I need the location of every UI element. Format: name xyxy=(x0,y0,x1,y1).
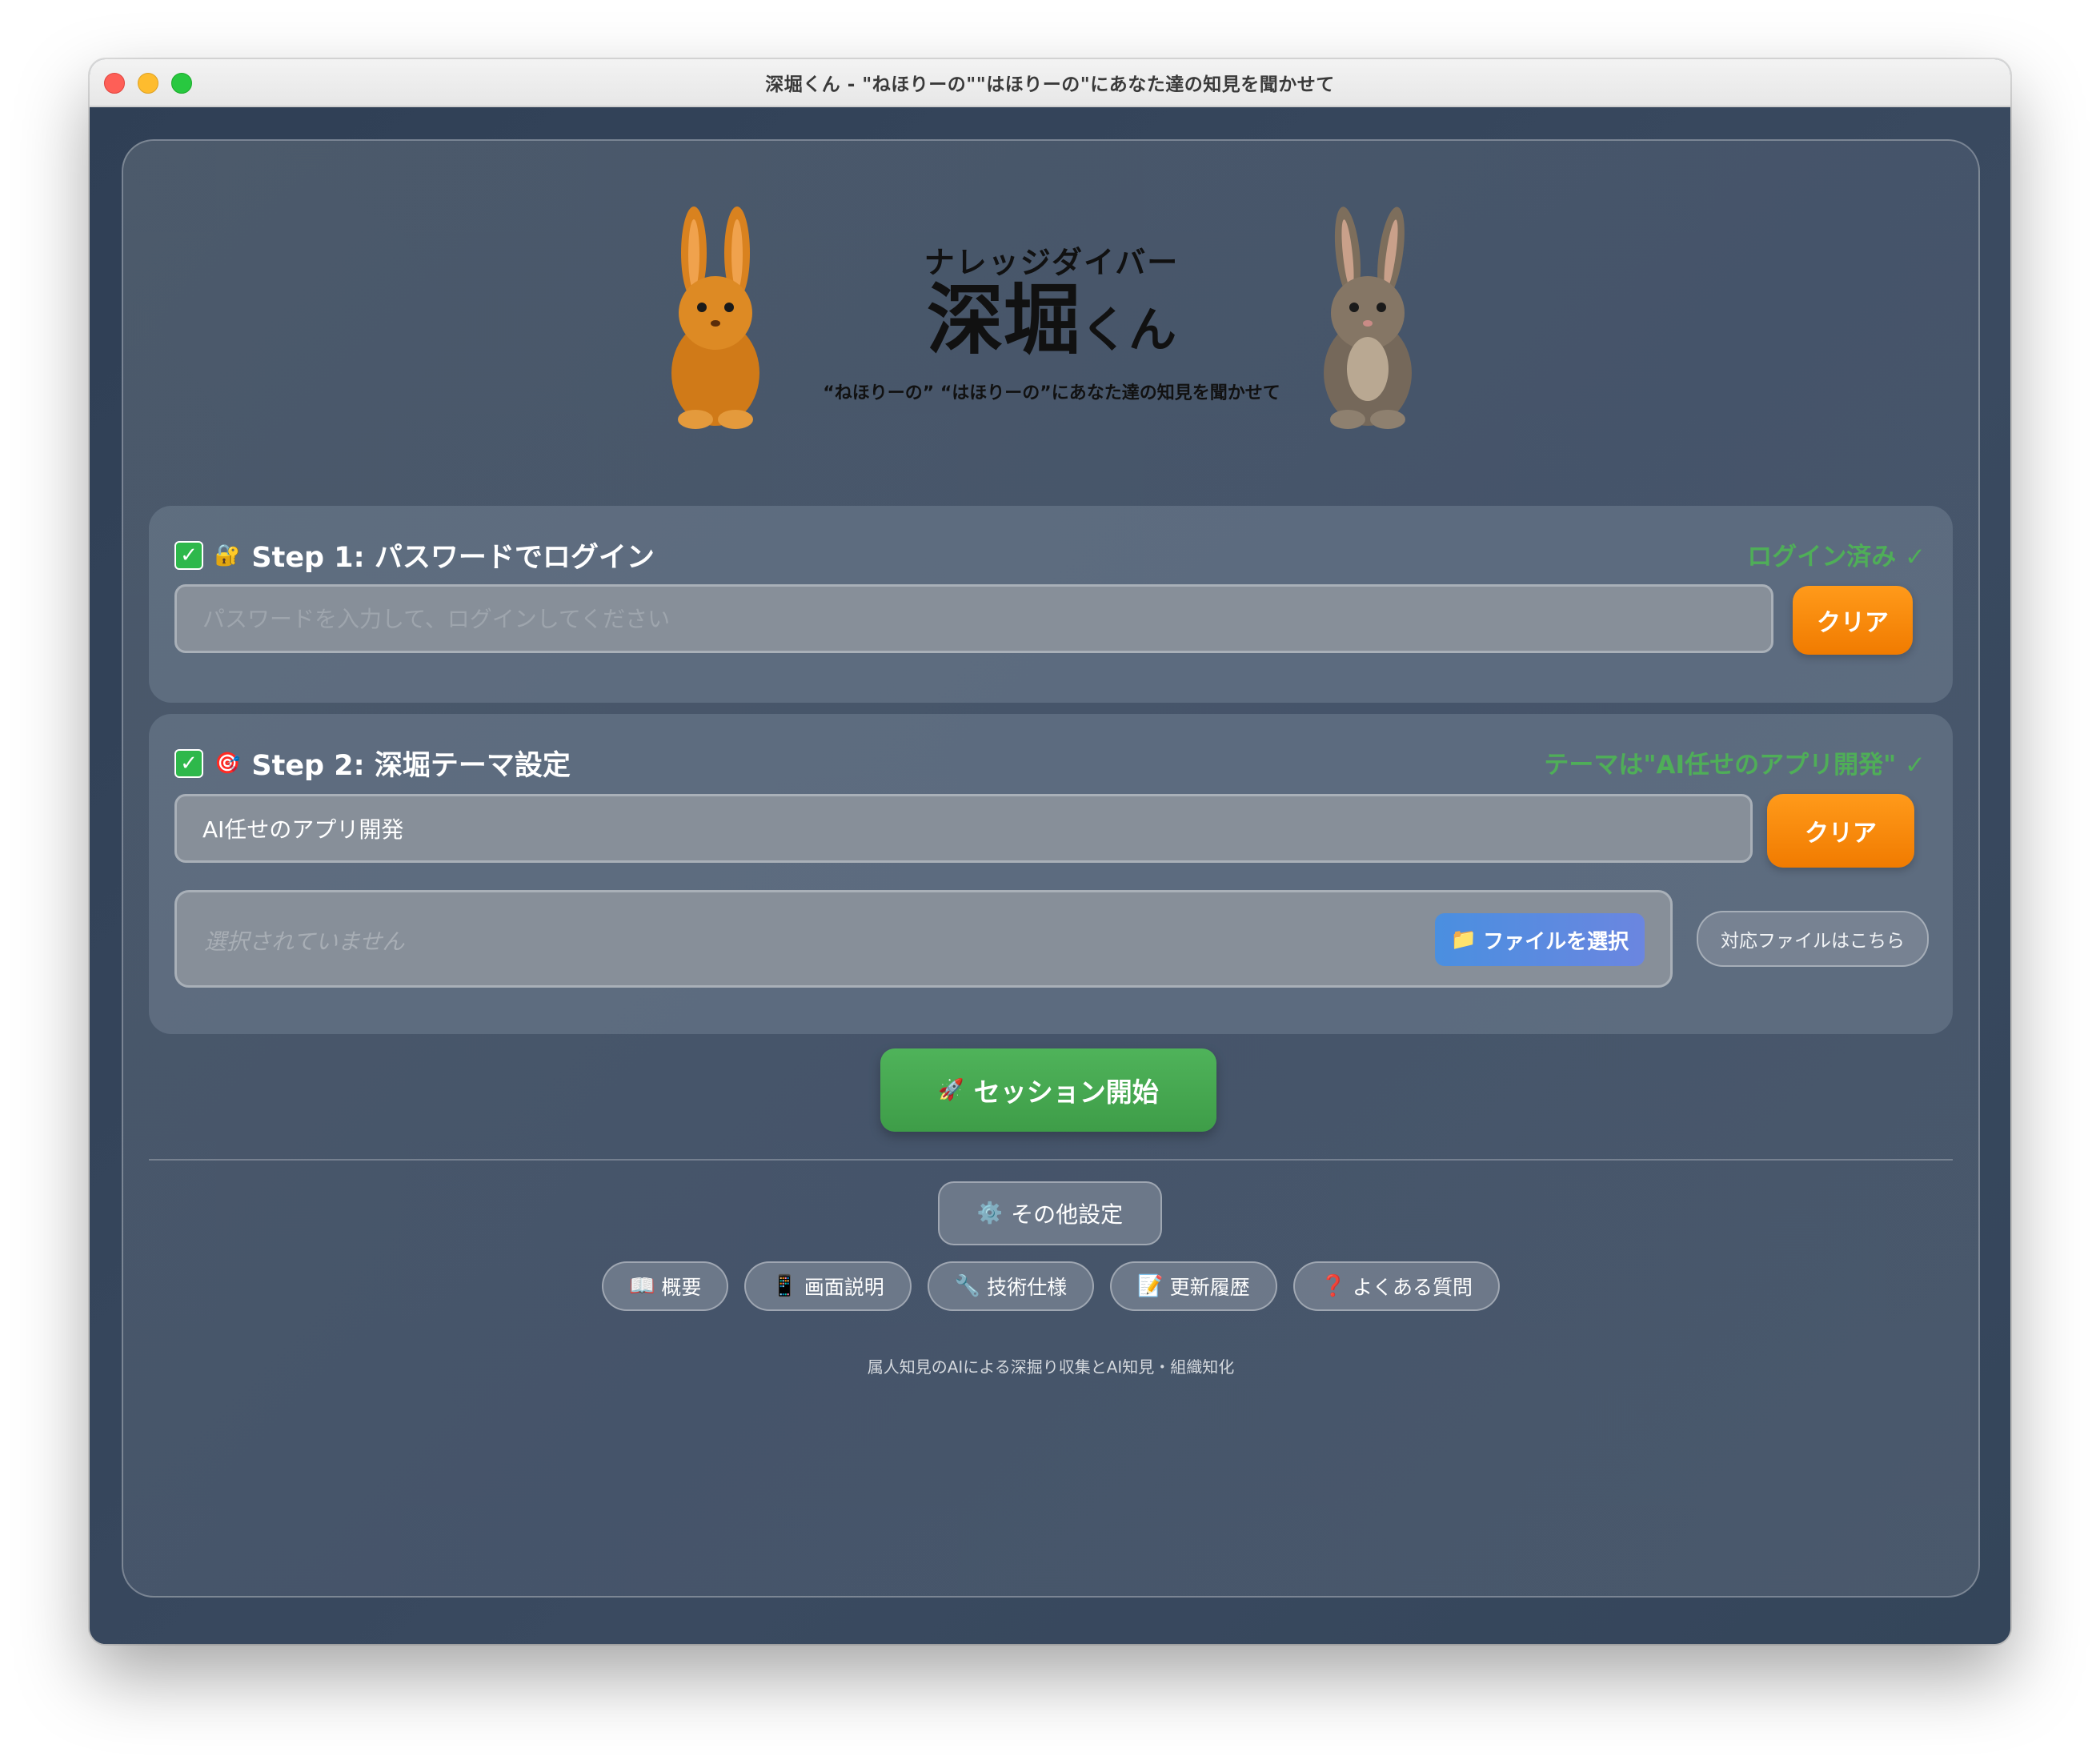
close-window-button[interactable] xyxy=(104,73,125,94)
folder-icon: 📁 xyxy=(1450,928,1477,952)
minimize-window-button[interactable] xyxy=(138,73,158,94)
faq-label: よくある質問 xyxy=(1352,1276,1473,1299)
faq-link[interactable]: ❓ よくある質問 xyxy=(1292,1261,1500,1311)
divider xyxy=(149,1159,1953,1161)
step1-card: ✓ 🔐 Step 1: パスワードでログイン ログイン済み ✓ クリア xyxy=(149,506,1953,703)
info-links: 📖 概要 📱 画面説明 🔧 技術仕様 📝 更新履歴 ❓ よくある質問 xyxy=(123,1261,1978,1311)
other-settings-button[interactable]: ⚙️ その他設定 xyxy=(938,1181,1162,1245)
wrench-icon: 🔧 xyxy=(954,1274,981,1298)
start-session-label: セッション開始 xyxy=(973,1076,1159,1108)
file-upload-field[interactable]: 選択されていません 📁 ファイルを選択 xyxy=(174,890,1673,988)
screen-guide-label: 画面説明 xyxy=(804,1276,884,1299)
supported-files-button[interactable]: 対応ファイルはこちら xyxy=(1697,911,1929,967)
step2-clear-button[interactable]: クリア xyxy=(1767,794,1914,868)
logo-suffix: くん xyxy=(1080,303,1176,359)
other-settings-label: その他設定 xyxy=(1011,1201,1124,1228)
app-logo: ナレッジダイバー 深堀くん “ねほりーの” “はほりーの”にあなた達の知見を聞か… xyxy=(804,245,1300,404)
check-icon: ✓ xyxy=(174,540,203,570)
logo-tagline: “ねほりーの” “はほりーの”にあなた達の知見を聞かせて xyxy=(823,383,1280,403)
target-icon: 🎯 xyxy=(214,751,241,776)
maximize-window-button[interactable] xyxy=(171,73,192,94)
app-window: 深堀くん - "ねほりーの""はほりーの"にあなた達の知見を聞かせて ナレッジダ… xyxy=(90,59,2010,1644)
password-input[interactable] xyxy=(174,584,1773,653)
orange-rabbit-icon xyxy=(671,206,759,429)
step2-status: テーマは"AI任せのアプリ開発" ✓ xyxy=(1544,751,1926,780)
choose-file-label: ファイルを選択 xyxy=(1483,929,1629,954)
footer-note: 属人知見のAIによる深掘り収集とAI知見・組織知化 xyxy=(867,1357,1235,1377)
step1-clear-button[interactable]: クリア xyxy=(1793,586,1913,655)
choose-file-button[interactable]: 📁 ファイルを選択 xyxy=(1435,913,1645,966)
step2-card: ✓ 🎯 Step 2: 深堀テーマ設定 テーマは"AI任せのアプリ開発" ✓ ク… xyxy=(149,714,1953,1034)
window-title: 深堀くん - "ねほりーの""はほりーの"にあなた達の知見を聞かせて xyxy=(765,74,1335,95)
overview-label: 概要 xyxy=(661,1276,702,1299)
logo-title: 深堀くん xyxy=(804,280,1300,371)
question-icon: ❓ xyxy=(1320,1274,1346,1298)
memo-icon: 📝 xyxy=(1137,1274,1164,1298)
tech-spec-link[interactable]: 🔧 技術仕様 xyxy=(927,1261,1095,1311)
theme-input[interactable] xyxy=(174,794,1753,863)
check-icon: ✓ xyxy=(174,748,203,778)
changelog-link[interactable]: 📝 更新履歴 xyxy=(1110,1261,1277,1311)
header: ナレッジダイバー 深堀くん “ねほりーの” “はほりーの”にあなた達の知見を聞か… xyxy=(123,189,1978,429)
step1-title: Step 1: パスワードでログイン xyxy=(251,542,655,574)
step2-title-row: ✓ 🎯 Step 2: 深堀テーマ設定 xyxy=(174,743,571,784)
step1-title-row: ✓ 🔐 Step 1: パスワードでログイン xyxy=(174,535,655,575)
app-content: ナレッジダイバー 深堀くん “ねほりーの” “はほりーの”にあなた達の知見を聞か… xyxy=(90,107,2010,1644)
step2-title: Step 2: 深堀テーマ設定 xyxy=(251,750,571,782)
gear-icon: ⚙️ xyxy=(976,1201,1004,1225)
file-status: 選択されていません xyxy=(204,928,405,955)
brown-rabbit-icon xyxy=(1324,206,1412,429)
rocket-icon: 🚀 xyxy=(938,1078,964,1102)
logo-main-text: 深堀 xyxy=(927,275,1080,365)
step1-status: ログイン済み ✓ xyxy=(1747,543,1926,571)
lock-key-icon: 🔐 xyxy=(214,543,241,567)
window-controls xyxy=(104,73,192,94)
phone-icon: 📱 xyxy=(771,1274,798,1298)
screen-guide-link[interactable]: 📱 画面説明 xyxy=(744,1261,912,1311)
title-bar: 深堀くん - "ねほりーの""はほりーの"にあなた達の知見を聞かせて xyxy=(90,59,2010,107)
main-panel: ナレッジダイバー 深堀くん “ねほりーの” “はほりーの”にあなた達の知見を聞か… xyxy=(122,139,1980,1598)
changelog-label: 更新履歴 xyxy=(1169,1276,1250,1299)
overview-link[interactable]: 📖 概要 xyxy=(602,1261,729,1311)
start-session-button[interactable]: 🚀 セッション開始 xyxy=(880,1048,1216,1132)
tech-spec-label: 技術仕様 xyxy=(987,1276,1068,1299)
book-icon: 📖 xyxy=(629,1274,655,1298)
